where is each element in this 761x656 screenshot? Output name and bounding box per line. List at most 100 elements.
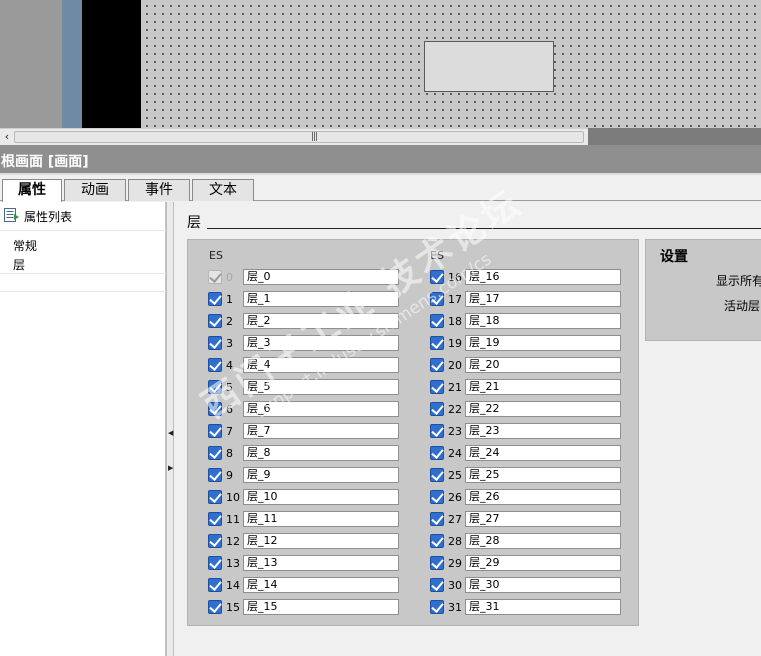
- layer-name-field[interactable]: 层_15: [243, 599, 399, 615]
- layer-visible-checkbox[interactable]: [208, 556, 222, 570]
- layer-name-field[interactable]: 层_9: [243, 467, 399, 483]
- layer-name-field[interactable]: 层_10: [243, 489, 399, 505]
- layer-number: 1: [226, 293, 233, 306]
- layer-visible-checkbox[interactable]: [208, 292, 222, 306]
- layer-name-field[interactable]: 层_28: [465, 533, 621, 549]
- layer-visible-checkbox[interactable]: [208, 468, 222, 482]
- property-list-label: 属性列表: [24, 210, 73, 224]
- layer-name-field[interactable]: 层_4: [243, 357, 399, 373]
- layer-visible-checkbox[interactable]: [208, 336, 222, 350]
- layer-visible-checkbox[interactable]: [430, 292, 444, 306]
- layer-visible-checkbox[interactable]: [430, 490, 444, 504]
- screen-canvas-area: [0, 0, 761, 128]
- layer-visible-checkbox[interactable]: [208, 600, 222, 614]
- layer-visible-checkbox[interactable]: [430, 358, 444, 372]
- scrollbar-grip: |||: [311, 132, 318, 142]
- layer-name-field[interactable]: 层_5: [243, 379, 399, 395]
- layer-name-field[interactable]: 层_31: [465, 599, 621, 615]
- collapse-left-icon[interactable]: ◀: [168, 429, 173, 437]
- layer-visible-checkbox[interactable]: [208, 358, 222, 372]
- layer-name-field[interactable]: 层_29: [465, 555, 621, 571]
- layer-name-field[interactable]: 层_14: [243, 577, 399, 593]
- tab-properties[interactable]: 属性: [2, 179, 62, 202]
- layer-visible-checkbox[interactable]: [208, 512, 222, 526]
- layer-visible-checkbox[interactable]: [430, 556, 444, 570]
- layer-number: 20: [448, 359, 462, 372]
- layer-visible-checkbox[interactable]: [430, 600, 444, 614]
- layer-visible-checkbox[interactable]: [430, 336, 444, 350]
- layer-name-field[interactable]: 层_0: [243, 269, 399, 285]
- layer-name-field[interactable]: 层_27: [465, 511, 621, 527]
- layer-number: 21: [448, 381, 462, 394]
- layer-visible-checkbox[interactable]: [208, 314, 222, 328]
- layer-name-field[interactable]: 层_16: [465, 269, 621, 285]
- layer-visible-checkbox[interactable]: [208, 446, 222, 460]
- tab-animations[interactable]: 动画: [64, 179, 126, 201]
- layer-name-field[interactable]: 层_7: [243, 423, 399, 439]
- layer-name-field[interactable]: 层_24: [465, 445, 621, 461]
- layer-visible-checkbox[interactable]: [430, 314, 444, 328]
- scrollbar-track[interactable]: ‹ |||: [0, 128, 588, 145]
- layer-number: 3: [226, 337, 233, 350]
- layer-number: 16: [448, 271, 462, 284]
- divider: [0, 291, 166, 292]
- layer-visible-checkbox[interactable]: [430, 534, 444, 548]
- scroll-left-arrow-icon[interactable]: ‹: [0, 129, 14, 146]
- layer-name-field[interactable]: 层_3: [243, 335, 399, 351]
- active-layer-label: 活动层: [724, 299, 761, 313]
- layer-number: 22: [448, 403, 462, 416]
- settings-group: 设置 显示所有 活动层: [645, 239, 761, 341]
- layer-visible-checkbox[interactable]: [430, 402, 444, 416]
- layer-visible-checkbox[interactable]: [208, 402, 222, 416]
- layer-visible-checkbox[interactable]: [208, 490, 222, 504]
- layer-number: 9: [226, 469, 233, 482]
- layer-number: 2: [226, 315, 233, 328]
- layer-visible-checkbox[interactable]: [208, 578, 222, 592]
- layer-number: 8: [226, 447, 233, 460]
- layer-name-field[interactable]: 层_13: [243, 555, 399, 571]
- layer-visible-checkbox[interactable]: [430, 468, 444, 482]
- panel-splitter[interactable]: ◀ ▶: [166, 202, 174, 656]
- layer-number: 7: [226, 425, 233, 438]
- layer-visible-checkbox[interactable]: [430, 446, 444, 460]
- layer-visible-checkbox[interactable]: [208, 534, 222, 548]
- layer-visible-checkbox[interactable]: [430, 424, 444, 438]
- layer-visible-checkbox[interactable]: [430, 380, 444, 394]
- layer-name-field[interactable]: 层_26: [465, 489, 621, 505]
- layer-visible-checkbox[interactable]: [208, 380, 222, 394]
- expand-right-icon[interactable]: ▶: [168, 464, 173, 472]
- layer-name-field[interactable]: 层_11: [243, 511, 399, 527]
- screen-grid-canvas[interactable]: [141, 0, 761, 128]
- tab-texts[interactable]: 文本: [192, 179, 254, 201]
- layer-number: 10: [226, 491, 240, 504]
- layer-name-field[interactable]: 层_25: [465, 467, 621, 483]
- layer-name-field[interactable]: 层_6: [243, 401, 399, 417]
- column-header-es: ES: [209, 249, 223, 262]
- layer-number: 30: [448, 579, 462, 592]
- layer-name-field[interactable]: 层_23: [465, 423, 621, 439]
- layer-visible-checkbox[interactable]: [430, 270, 444, 284]
- layer-name-field[interactable]: 层_20: [465, 357, 621, 373]
- rectangle-object[interactable]: [424, 41, 554, 92]
- layer-name-field[interactable]: 层_21: [465, 379, 621, 395]
- layer-visible-checkbox[interactable]: [208, 424, 222, 438]
- scrollbar-thumb[interactable]: |||: [14, 131, 584, 143]
- layer-name-field[interactable]: 层_2: [243, 313, 399, 329]
- property-list-icon: [4, 208, 19, 222]
- layer-visible-checkbox[interactable]: [430, 512, 444, 526]
- layer-name-field[interactable]: 层_22: [465, 401, 621, 417]
- screen-border: [82, 0, 141, 128]
- layer-name-field[interactable]: 层_18: [465, 313, 621, 329]
- layer-name-field[interactable]: 层_17: [465, 291, 621, 307]
- layer-name-field[interactable]: 层_8: [243, 445, 399, 461]
- nav-item-layers[interactable]: 层: [13, 256, 25, 273]
- layer-number: 23: [448, 425, 462, 438]
- tab-events[interactable]: 事件: [128, 179, 190, 201]
- nav-item-general[interactable]: 常规: [13, 237, 37, 254]
- horizontal-scrollbar[interactable]: ‹ |||: [0, 128, 761, 145]
- layer-name-field[interactable]: 层_30: [465, 577, 621, 593]
- layer-name-field[interactable]: 层_19: [465, 335, 621, 351]
- layer-visible-checkbox[interactable]: [430, 578, 444, 592]
- layer-name-field[interactable]: 层_12: [243, 533, 399, 549]
- layer-name-field[interactable]: 层_1: [243, 291, 399, 307]
